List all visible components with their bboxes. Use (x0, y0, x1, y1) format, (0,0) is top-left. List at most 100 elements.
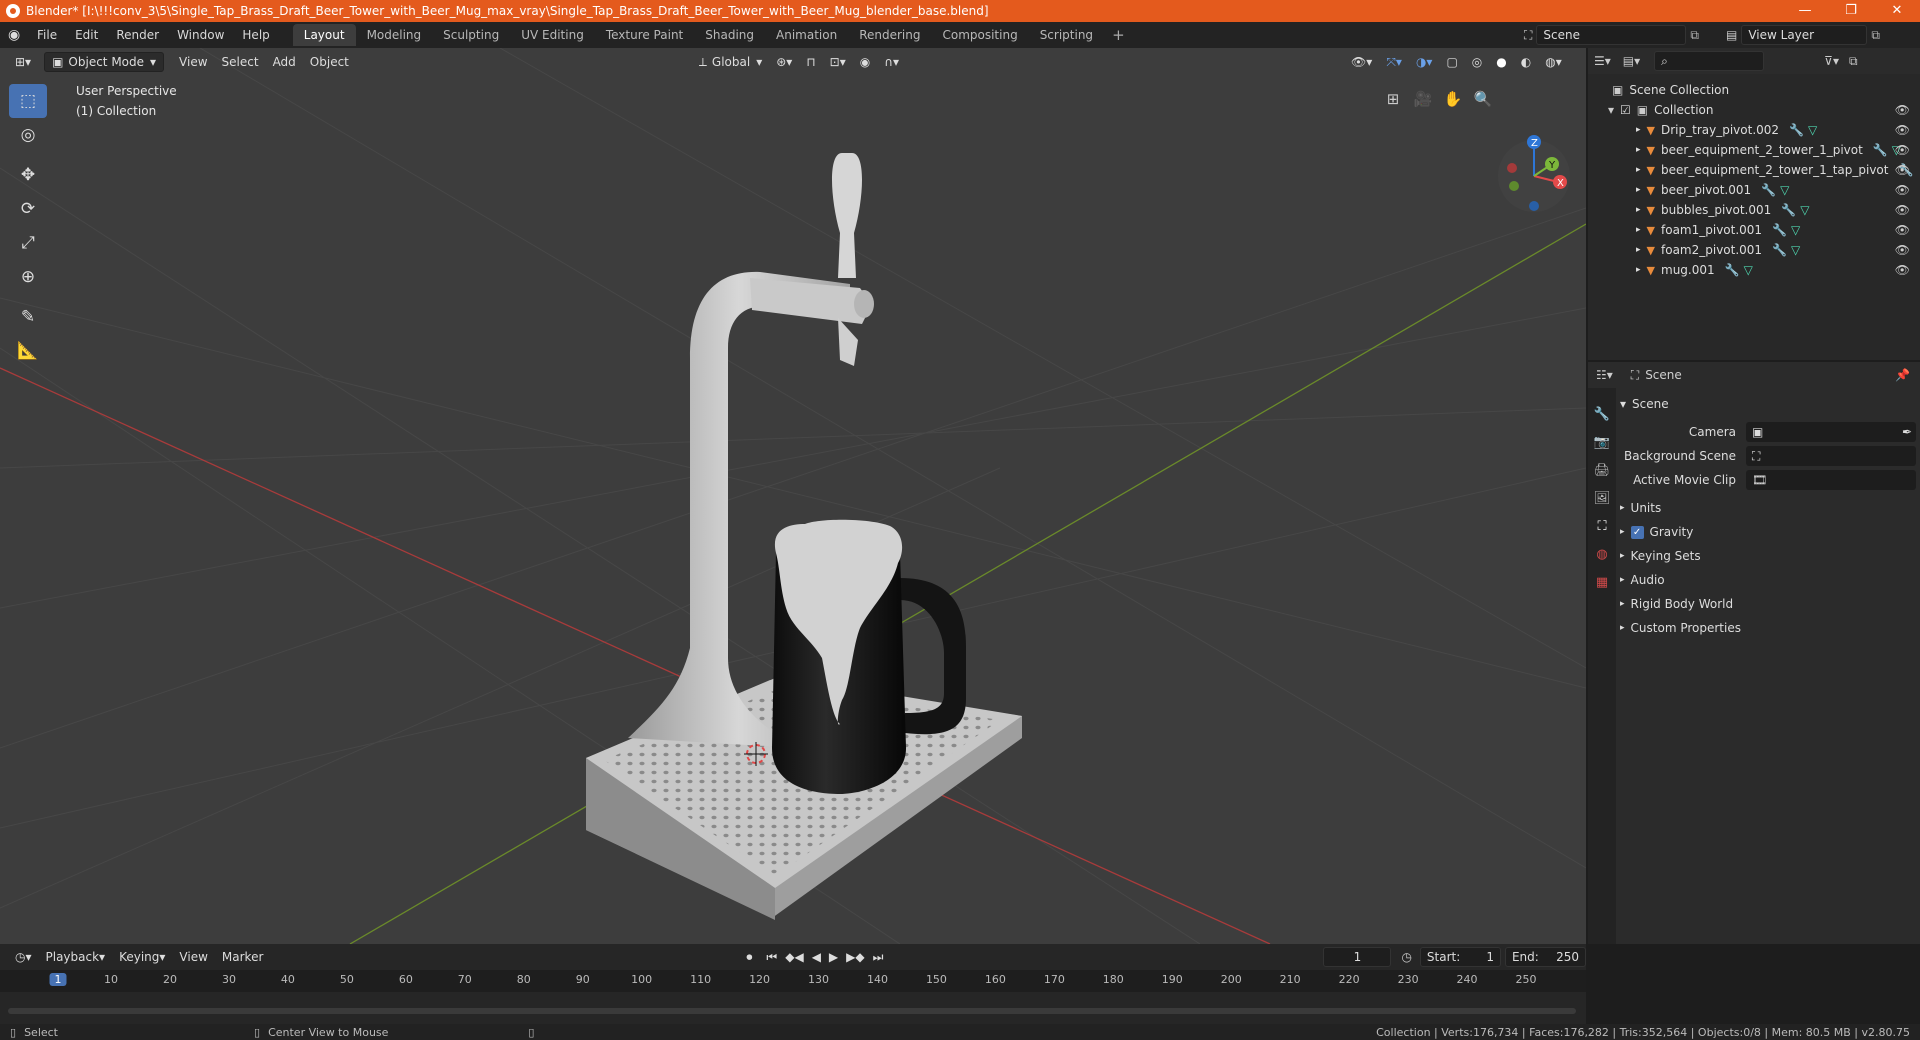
background-scene-field[interactable]: ⛶ (1746, 446, 1916, 466)
prev-keyframe-button[interactable]: ◆◀ (785, 950, 803, 964)
expand-arrow-icon[interactable]: ▸ (1636, 245, 1641, 255)
transform-orientation-dropdown[interactable]: ⟂ Global ▾ (692, 52, 769, 72)
timeline-editor-type-icon[interactable]: ◷▾ (8, 947, 39, 967)
zoom-icon[interactable]: 🔍 (1470, 86, 1496, 112)
menu-select[interactable]: Select (215, 52, 266, 72)
expand-arrow-icon[interactable]: ▸ (1636, 185, 1641, 195)
start-frame-field[interactable]: Start: 1 (1419, 947, 1501, 967)
transform-tool-icon[interactable]: ⊕ (9, 260, 47, 294)
render-tab-icon[interactable]: 📷 (1594, 428, 1610, 456)
tab-shading[interactable]: Shading (694, 24, 765, 46)
add-workspace-button[interactable]: + (1104, 26, 1133, 44)
filter-icon[interactable]: ⊽▾ (1824, 54, 1839, 68)
editor-type-icon[interactable]: ⊞▾ (8, 52, 38, 72)
tab-texture-paint[interactable]: Texture Paint (595, 24, 694, 46)
rendered-shading-icon[interactable]: ◍▾ (1538, 52, 1569, 72)
record-button[interactable]: ⏺ (746, 950, 752, 965)
pin-icon[interactable]: 📌 (1895, 368, 1910, 382)
expand-arrow-icon[interactable]: ▸ (1636, 145, 1641, 155)
checkbox-icon[interactable]: ☑ (1620, 103, 1631, 117)
output-tab-icon[interactable]: 🖨 (1594, 456, 1611, 484)
material-shading-icon[interactable]: ◐ (1514, 52, 1538, 72)
expand-arrow-icon[interactable]: ▸ (1636, 165, 1641, 175)
tool-tab-icon[interactable]: 🔧 (1594, 400, 1610, 428)
select-box-tool-icon[interactable]: ⬚ (9, 84, 47, 118)
jump-end-button[interactable]: ⏭ (873, 950, 884, 965)
annotate-tool-icon[interactable]: ✎ (9, 300, 47, 334)
jump-start-button[interactable]: ⏮ (766, 950, 777, 965)
menu-help[interactable]: Help (233, 22, 278, 48)
tab-scripting[interactable]: Scripting (1029, 24, 1104, 46)
proportional-edit-icon[interactable]: ◉ (853, 52, 877, 72)
scene-tab-icon[interactable]: ⛶ (1597, 512, 1606, 540)
frame-ruler[interactable]: 1 10 20 30 40 50 60 70 80 90 100 110 120 130 140 150 160… (0, 970, 1586, 992)
collection-row[interactable]: ▾ ☑ ▣ Collection 👁 (1588, 100, 1920, 120)
outliner-editor-type-icon[interactable]: ☰▾ (1594, 54, 1611, 68)
pan-hand-icon[interactable]: ✋ (1440, 86, 1466, 112)
next-keyframe-button[interactable]: ▶◆ (846, 950, 864, 964)
solid-shading-icon[interactable]: ● (1489, 52, 1513, 72)
rigid-body-world-subpanel[interactable]: ▸ Rigid Body World (1620, 592, 1916, 616)
cursor-tool-icon[interactable]: ◎ (9, 118, 47, 152)
list-item[interactable]: ▸ ▼ beer_pivot.001 🔧 ▽ 👁 (1588, 180, 1920, 200)
list-item[interactable]: ▸ ▼ Drip_tray_pivot.002 🔧 ▽ 👁 (1588, 120, 1920, 140)
audio-subpanel[interactable]: ▸ Audio (1620, 568, 1916, 592)
menu-timeline-view[interactable]: View (172, 947, 214, 967)
visibility-eye-icon[interactable]: 👁 (1895, 203, 1910, 217)
visibility-eye-icon[interactable]: 👁 (1895, 103, 1910, 117)
expand-arrow-icon[interactable]: ▸ (1636, 205, 1641, 215)
falloff-icon[interactable]: ∩▾ (877, 52, 906, 72)
wireframe-shading-icon[interactable]: ◎ (1465, 52, 1489, 72)
navigation-gizmo[interactable]: Z X Y (1498, 135, 1570, 212)
menu-object[interactable]: Object (303, 52, 356, 72)
menu-view[interactable]: View (172, 52, 214, 72)
visibility-eye-icon[interactable]: 👁 (1895, 143, 1910, 157)
view-object-types-icon[interactable]: 👁▾ (1344, 52, 1379, 72)
gizmo-toggle-icon[interactable]: ⤧▾ (1379, 52, 1409, 72)
scale-tool-icon[interactable]: ⤢ (9, 226, 47, 260)
list-item[interactable]: ▸ ▼ foam2_pivot.001 🔧 ▽ 👁 (1588, 240, 1920, 260)
maximize-button[interactable]: ❐ (1828, 0, 1874, 22)
expand-arrow-icon[interactable]: ▾ (1608, 103, 1614, 117)
view-layer-field[interactable]: View Layer (1741, 25, 1868, 45)
scene-collection-row[interactable]: ▣ Scene Collection (1588, 80, 1920, 100)
menu-render[interactable]: Render (107, 22, 168, 48)
new-view-layer-icon[interactable]: ⧉ (1871, 28, 1880, 43)
minimize-button[interactable]: — (1782, 0, 1828, 22)
pivot-point-icon[interactable]: ⊛▾ (769, 52, 799, 72)
expand-arrow-icon[interactable]: ▸ (1636, 225, 1641, 235)
custom-properties-subpanel[interactable]: ▸ Custom Properties (1620, 616, 1916, 640)
3d-viewport[interactable]: Z X Y ⊞▾ ▣ Object Mode ▾ View Select Add O… (0, 48, 1586, 944)
menu-edit[interactable]: Edit (66, 22, 107, 48)
menu-keying[interactable]: Keying ▾ (112, 947, 172, 967)
visibility-eye-icon[interactable]: 👁 (1895, 183, 1910, 197)
measure-tool-icon[interactable]: 📐 (9, 334, 47, 368)
display-mode-icon[interactable]: ▤▾ (1623, 54, 1640, 68)
expand-arrow-icon[interactable]: ▸ (1636, 125, 1641, 135)
texture-tab-icon[interactable]: ▦ (1596, 568, 1608, 596)
camera-field[interactable]: ▣ ✒ (1746, 422, 1916, 442)
expand-arrow-icon[interactable]: ▸ (1636, 265, 1641, 275)
snap-icon[interactable]: ⊓ (799, 52, 822, 72)
list-item[interactable]: ▸ ▼ beer_equipment_2_tower_1_pivot 🔧 ▽ 👁 (1588, 140, 1920, 160)
world-tab-icon[interactable]: ◍ (1596, 540, 1607, 568)
tab-modeling[interactable]: Modeling (356, 24, 433, 46)
tab-layout[interactable]: Layout (292, 24, 356, 46)
menu-marker[interactable]: Marker (215, 947, 270, 967)
scene-field[interactable]: Scene (1536, 25, 1687, 45)
menu-window[interactable]: Window (168, 22, 233, 48)
rotate-tool-icon[interactable]: ⟳ (9, 192, 47, 226)
visibility-eye-icon[interactable]: 👁 (1895, 163, 1910, 177)
overlays-icon[interactable]: ◑▾ (1409, 52, 1440, 72)
mode-dropdown[interactable]: ▣ Object Mode ▾ (44, 52, 165, 72)
menu-file[interactable]: File (28, 22, 66, 48)
tab-rendering[interactable]: Rendering (848, 24, 931, 46)
list-item[interactable]: ▸ ▼ foam1_pivot.001 🔧 ▽ 👁 (1588, 220, 1920, 240)
menu-playback[interactable]: Playback ▾ (39, 947, 113, 967)
toggle-camera-view-icon[interactable]: ⊞ (1380, 86, 1406, 112)
visibility-eye-icon[interactable]: 👁 (1895, 243, 1910, 257)
play-reverse-button[interactable]: ◀ (812, 950, 821, 964)
view-layer-tab-icon[interactable]: 🖼 (1594, 484, 1611, 512)
close-button[interactable]: ✕ (1874, 0, 1920, 22)
snap-target-icon[interactable]: ⊡▾ (823, 52, 853, 72)
